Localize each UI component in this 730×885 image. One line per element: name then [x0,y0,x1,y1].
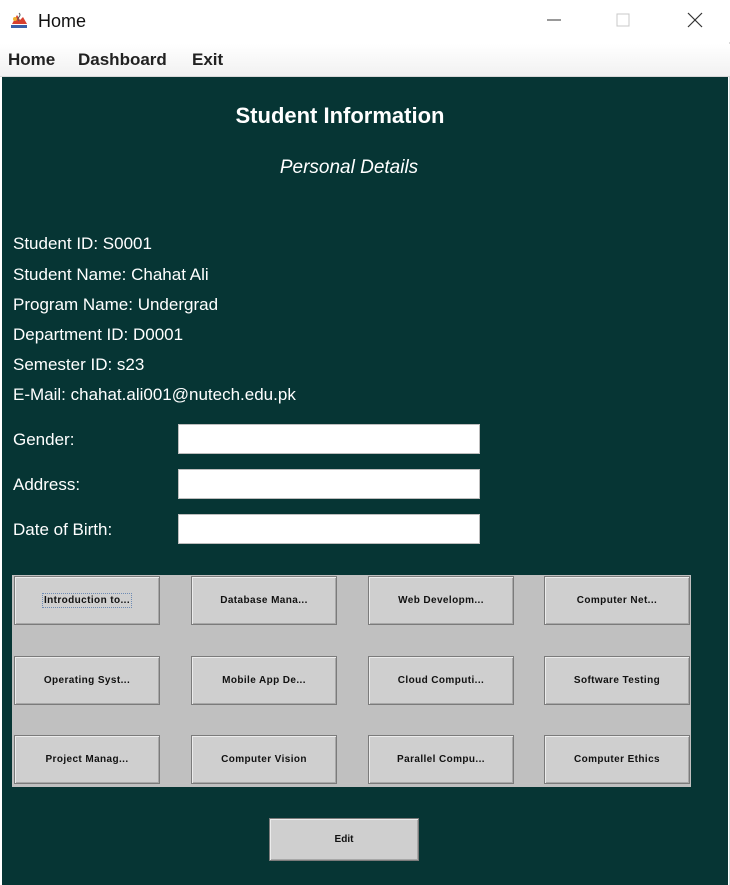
course-button-computer-vision[interactable]: Computer Vision [191,735,337,784]
course-button-operating-systems[interactable]: Operating Syst... [14,656,160,705]
maximize-button[interactable] [600,0,646,40]
student-id-text: Student ID: S0001 [13,234,152,253]
course-button-cloud-computing[interactable]: Cloud Computi... [368,656,514,705]
student-info-panel: Student Information Personal Details Stu… [2,77,728,885]
page-title: Student Information [235,103,445,128]
student-name-text: Student Name: Chahat Ali [13,265,209,284]
course-button-computer-networks[interactable]: Computer Net... [544,576,690,625]
course-button-web-development[interactable]: Web Developm... [368,576,514,625]
course-label: Cloud Computi... [397,675,485,686]
gender-label: Gender: [13,430,75,449]
course-label: Mobile App De... [222,675,306,686]
close-icon [687,12,703,28]
department-id-text: Department ID: D0001 [13,325,184,344]
email-text: E-Mail: chahat.ali001@nutech.edu.pk [13,385,296,404]
close-button[interactable] [672,0,718,40]
edit-button[interactable]: Edit [269,818,419,861]
gender-field[interactable] [178,424,480,454]
semester-id-text: Semester ID: s23 [13,355,145,374]
course-label: Parallel Compu... [397,754,485,765]
course-label: Introduction to... [41,593,133,608]
course-button-software-testing[interactable]: Software Testing [544,656,690,705]
course-button-parallel-computing[interactable]: Parallel Compu... [368,735,514,784]
menu-home[interactable]: Home [8,50,55,70]
minimize-icon [547,19,561,21]
course-label: Project Manag... [45,754,129,765]
minimize-button[interactable] [531,0,577,40]
title-bar[interactable]: Home [0,0,730,42]
course-label: Software Testing [573,675,661,686]
course-label: Database Mana... [220,595,308,606]
application-window: Home Home Dashboard Exit Student Informa… [0,0,730,885]
address-label: Address: [13,475,81,494]
course-button-computer-ethics[interactable]: Computer Ethics [544,735,690,784]
java-cup-icon [8,10,30,32]
program-name-text: Program Name: Undergrad [13,295,219,314]
course-label: Computer Net... [576,595,658,606]
maximize-icon [616,13,630,27]
page-subtitle: Personal Details [279,157,419,178]
course-label: Computer Vision [221,754,307,765]
course-button-database[interactable]: Database Mana... [191,576,337,625]
course-label: Web Developm... [398,595,484,606]
course-button-grid: Introduction to... Database Mana... Web … [12,575,691,787]
course-button-introduction[interactable]: Introduction to... [14,576,160,625]
course-button-project-management[interactable]: Project Manag... [14,735,160,784]
date-of-birth-field[interactable] [178,514,480,544]
address-field[interactable] [178,469,480,499]
window-title: Home [38,11,87,31]
menu-dashboard[interactable]: Dashboard [78,50,167,70]
menu-bar: Home Dashboard Exit [0,44,730,77]
course-label: Operating Syst... [43,675,131,686]
course-label: Computer Ethics [573,754,660,765]
course-button-mobile-app[interactable]: Mobile App De... [191,656,337,705]
dob-label: Date of Birth: [13,520,113,539]
menu-exit[interactable]: Exit [192,50,223,70]
